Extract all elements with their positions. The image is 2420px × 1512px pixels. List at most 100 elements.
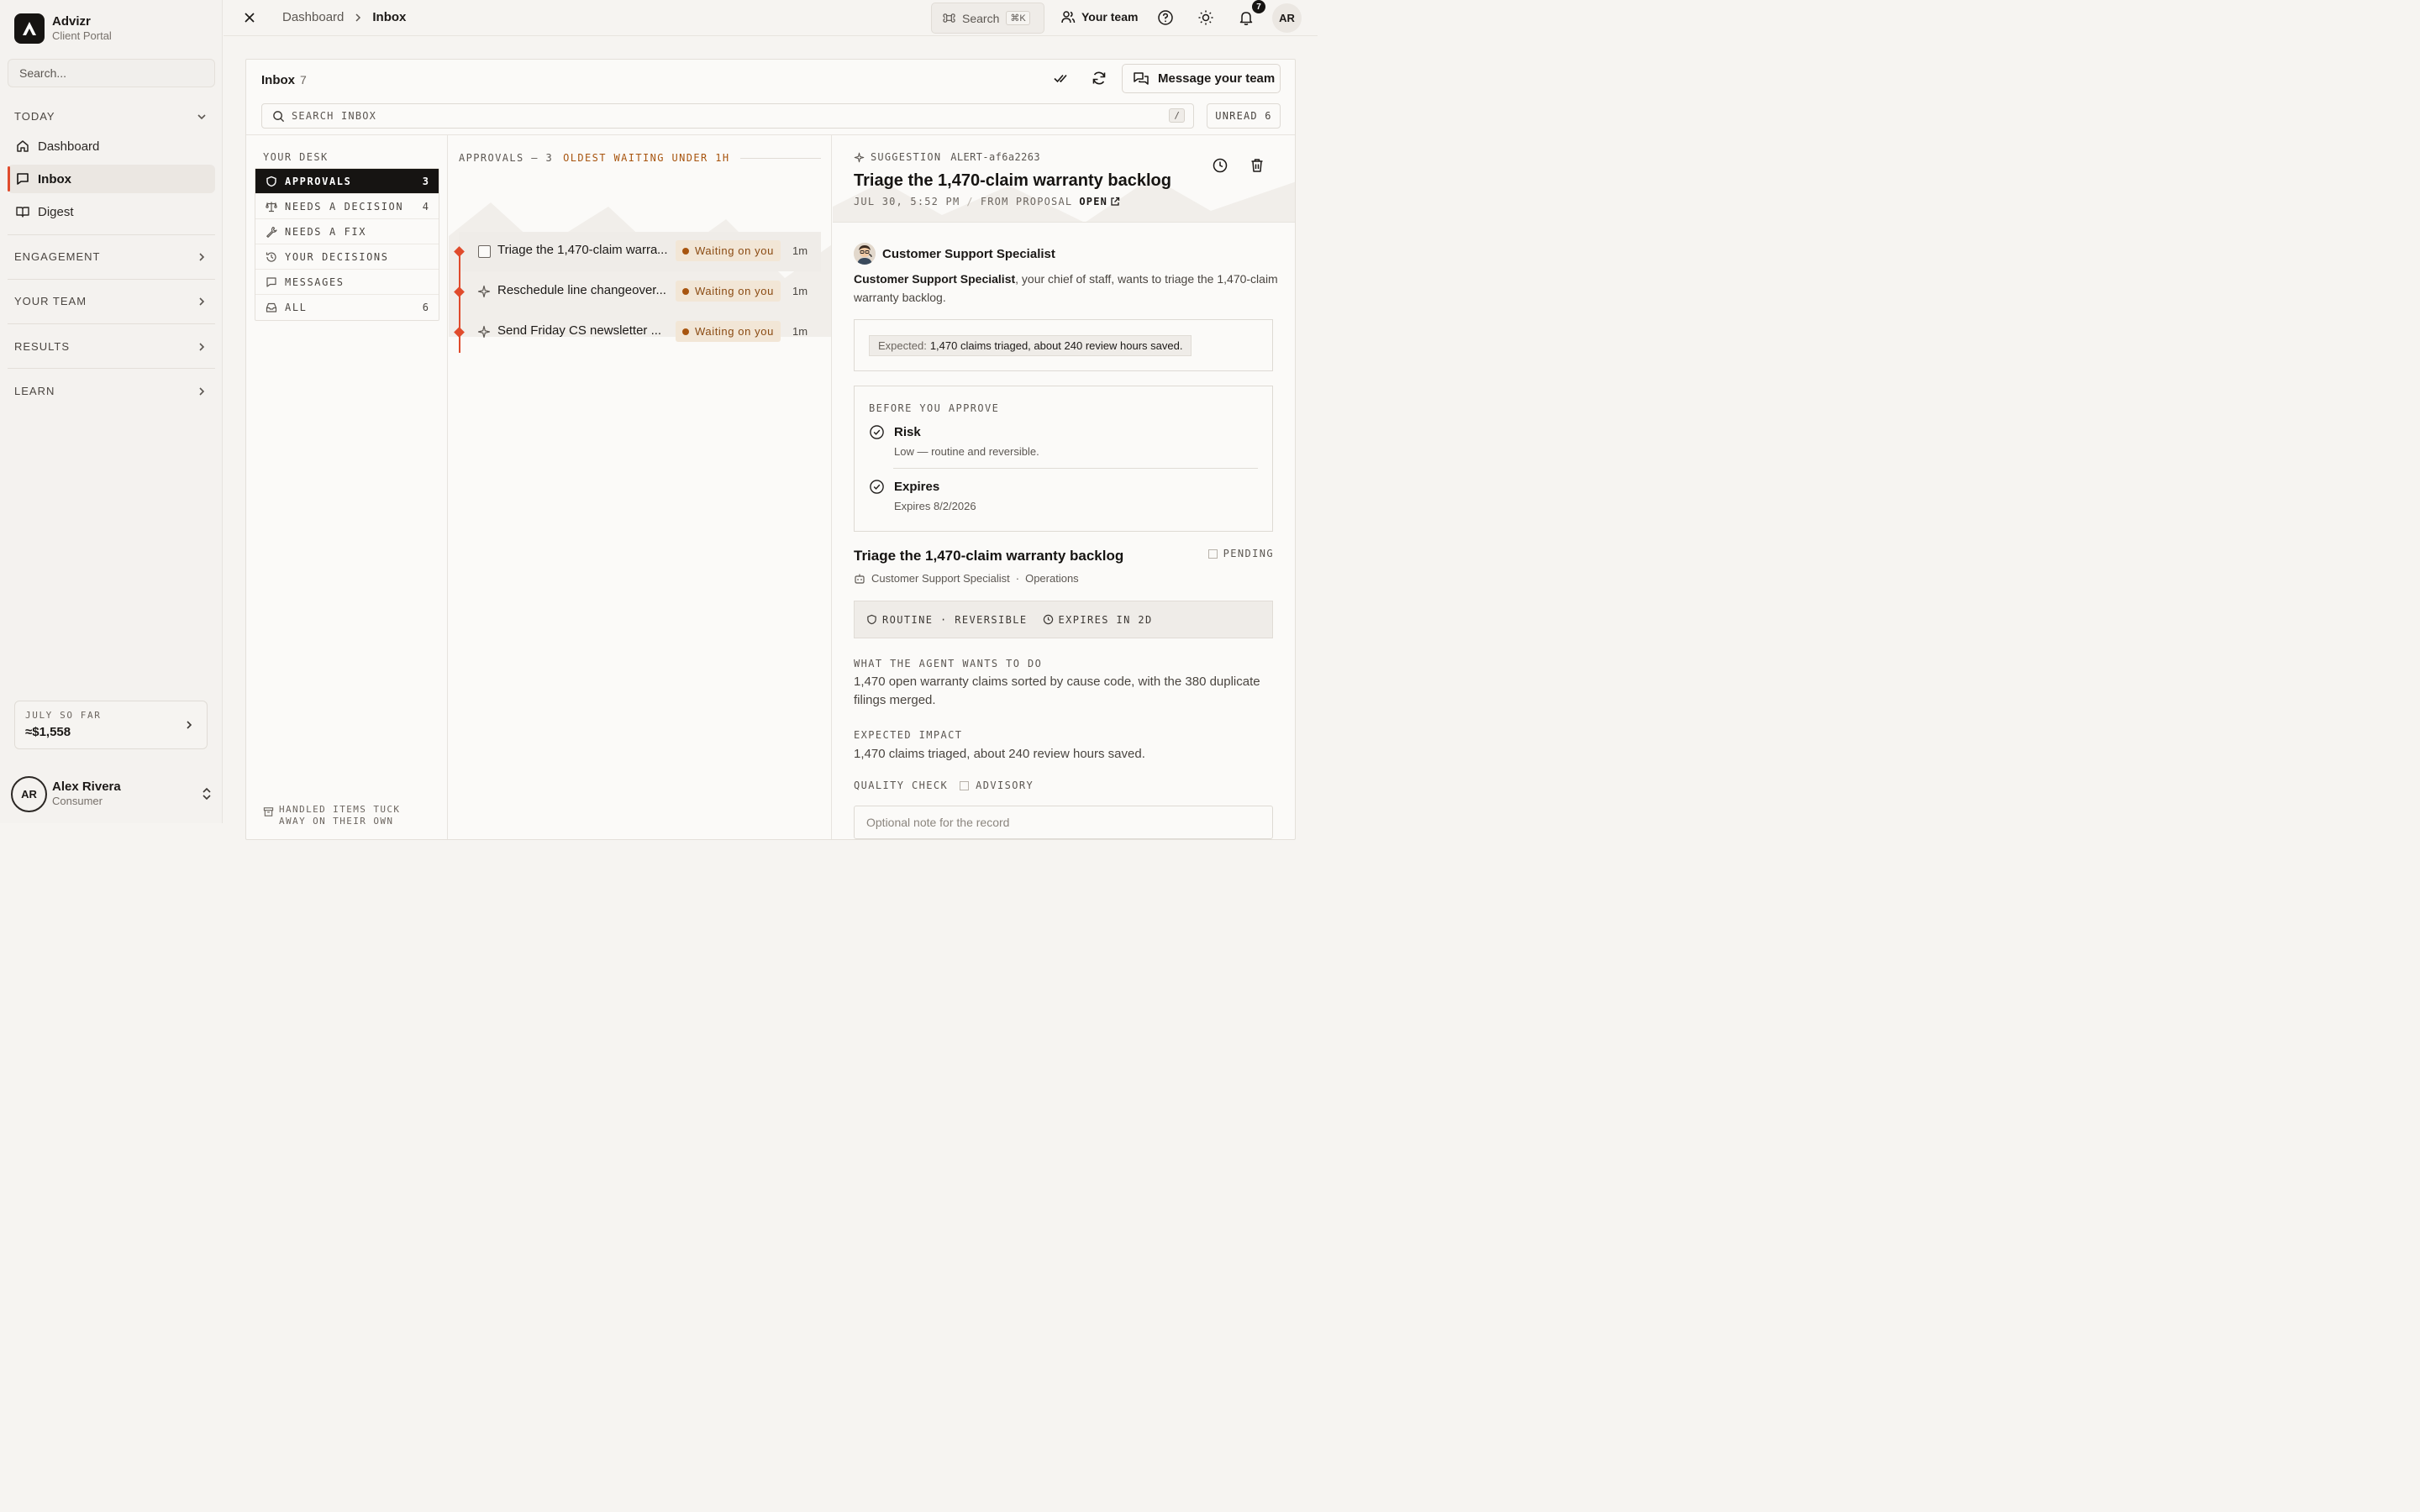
divider xyxy=(8,323,215,324)
section-results[interactable]: RESULTS xyxy=(14,340,208,353)
chevron-down-icon xyxy=(197,113,206,119)
desk-item-label: NEEDS A FIX xyxy=(285,225,367,238)
external-link-icon xyxy=(1111,197,1120,206)
detail-column: SUGGESTION ALERT-af6a2263 Triage the 1,4… xyxy=(833,135,1295,839)
desk-item-needs-a-fix[interactable]: NEEDS A FIX xyxy=(255,219,439,244)
check-expires: Expires Expires 8/2/2026 xyxy=(869,479,976,514)
section-engagement[interactable]: ENGAGEMENT xyxy=(14,250,208,263)
section-learn[interactable]: LEARN xyxy=(14,385,208,397)
sparkle-icon xyxy=(854,152,865,162)
approval-row[interactable]: Reschedule line changeover... Waiting on… xyxy=(454,252,821,312)
approval-title: Reschedule line changeover... xyxy=(497,283,666,297)
alert-id: ALERT-af6a2263 xyxy=(950,151,1040,163)
suggestion-kind: SUGGESTION xyxy=(871,151,942,163)
check-check-icon[interactable] xyxy=(1053,70,1070,87)
close-icon[interactable] xyxy=(242,10,257,25)
inbox-count: 7 xyxy=(300,73,307,87)
desk-list: APPROVALS 3 NEEDS A DECISION 4 NEEDS A F… xyxy=(255,168,439,321)
section-your-team[interactable]: YOUR TEAM xyxy=(14,295,208,307)
open-proposal-link[interactable]: OPEN xyxy=(1079,196,1120,207)
approval-row[interactable]: Send Friday CS newsletter ... Waiting on… xyxy=(454,292,821,353)
desk-item-label: APPROVALS xyxy=(285,175,352,187)
section-label: YOUR TEAM xyxy=(14,295,87,307)
advisory-label: ADVISORY xyxy=(976,780,1034,791)
sun-icon[interactable] xyxy=(1197,9,1214,26)
row-checkbox[interactable] xyxy=(478,245,491,258)
shield-icon xyxy=(867,614,876,625)
pending-label: PENDING xyxy=(1223,548,1274,559)
status-badge: Waiting on you xyxy=(676,321,781,342)
inbox-panel: Inbox 7 Message your team / UNREAD 6 YOUR… xyxy=(245,59,1296,840)
check-risk: Risk Low — routine and reversible. xyxy=(869,424,1039,459)
sidebar-item-inbox[interactable]: Inbox xyxy=(8,165,215,193)
divider xyxy=(739,157,821,159)
users-icon xyxy=(1061,11,1076,24)
task-title: Triage the 1,470-claim warranty backlog xyxy=(854,548,1124,564)
brand[interactable]: Advizr Client Portal xyxy=(14,13,112,44)
chevron-right-icon xyxy=(199,297,205,306)
quality-check-label: QUALITY CHECK xyxy=(854,780,949,791)
book-open-icon xyxy=(16,207,29,218)
refresh-icon[interactable] xyxy=(1091,70,1107,87)
trash-icon[interactable] xyxy=(1249,157,1265,174)
spend-summary-card[interactable]: JULY SO FAR ≈$1,558 xyxy=(14,701,208,749)
separator: · xyxy=(1015,572,1020,585)
approval-row[interactable]: Triage the 1,470-claim warranty backlog.… xyxy=(454,232,821,271)
desk-column: YOUR DESK APPROVALS 3 NEEDS A DECISION 4… xyxy=(246,135,448,839)
desk-item-label: ALL xyxy=(285,302,308,313)
desk-item-label: MESSAGES xyxy=(285,276,345,288)
expected-key: Expected: xyxy=(878,339,927,352)
unread-filter-button[interactable]: UNREAD 6 xyxy=(1207,103,1281,129)
expected-box: Expected: 1,470 claims triaged, about 24… xyxy=(854,319,1273,371)
desk-item-needs-a-decision[interactable]: NEEDS A DECISION 4 xyxy=(255,194,439,219)
desk-item-all[interactable]: ALL 6 xyxy=(255,295,439,320)
chevron-right-icon xyxy=(187,721,192,729)
inbox-title: Inbox 7 xyxy=(261,73,307,87)
user-menu[interactable]: AR Alex Rivera Consumer xyxy=(11,774,213,813)
sidebar-search-input[interactable] xyxy=(8,59,215,87)
risk-tags-bar: ROUTINE · REVERSIBLE EXPIRES IN 2D xyxy=(854,601,1273,638)
separator: / xyxy=(966,196,974,207)
command-search-label: Search xyxy=(962,11,1000,25)
spend-label: JULY SO FAR xyxy=(25,710,102,721)
breadcrumb: Dashboard Inbox xyxy=(282,10,406,24)
breadcrumb-current: Inbox xyxy=(372,10,407,24)
impact-label: EXPECTED IMPACT xyxy=(854,729,963,741)
wants-label: WHAT THE AGENT WANTS TO DO xyxy=(854,658,1043,669)
desk-item-your-decisions[interactable]: YOUR DECISIONS xyxy=(255,244,439,270)
check-circle-icon xyxy=(870,480,884,494)
desk-item-approvals[interactable]: APPROVALS 3 xyxy=(255,169,439,194)
divider xyxy=(8,368,215,369)
inbox-icon xyxy=(266,302,277,312)
task-meta: Customer Support Specialist · Operations xyxy=(854,572,1079,585)
agent-avatar xyxy=(854,243,876,265)
search-shortcut-key: / xyxy=(1169,108,1185,123)
brand-subtitle: Client Portal xyxy=(52,29,112,42)
breadcrumb-dashboard[interactable]: Dashboard xyxy=(282,10,344,24)
sidebar-item-dashboard[interactable]: Dashboard xyxy=(8,132,215,160)
bot-icon xyxy=(855,574,865,584)
note-input[interactable] xyxy=(854,806,1273,839)
advisory-checkbox[interactable] xyxy=(960,780,970,790)
help-icon[interactable] xyxy=(1157,9,1174,26)
desk-item-count: 4 xyxy=(422,200,429,213)
approval-age: 1m xyxy=(792,244,808,257)
your-team-button[interactable]: Your team xyxy=(1060,9,1138,24)
message-your-team-button[interactable]: Message your team xyxy=(1122,64,1281,93)
section-label: ENGAGEMENT xyxy=(14,250,101,263)
chevron-right-icon xyxy=(199,252,205,261)
inbox-search-input[interactable] xyxy=(292,110,1193,122)
sidebar-item-label: Digest xyxy=(38,204,74,219)
task-department: Operations xyxy=(1025,572,1079,585)
desk-item-messages[interactable]: MESSAGES xyxy=(255,270,439,295)
command-search-button[interactable]: Search ⌘K xyxy=(931,3,1044,34)
check-title: Risk xyxy=(894,425,921,439)
section-today[interactable]: TODAY xyxy=(14,110,208,123)
bell-icon[interactable] xyxy=(1238,9,1255,26)
chevron-right-icon xyxy=(199,386,205,396)
quality-check-row: QUALITY CHECK ADVISORY xyxy=(854,780,1034,791)
sidebar-item-digest[interactable]: Digest xyxy=(8,197,215,226)
check-title: Expires xyxy=(894,480,940,494)
clock-icon[interactable] xyxy=(1212,157,1228,174)
avatar[interactable]: AR xyxy=(1272,3,1302,33)
